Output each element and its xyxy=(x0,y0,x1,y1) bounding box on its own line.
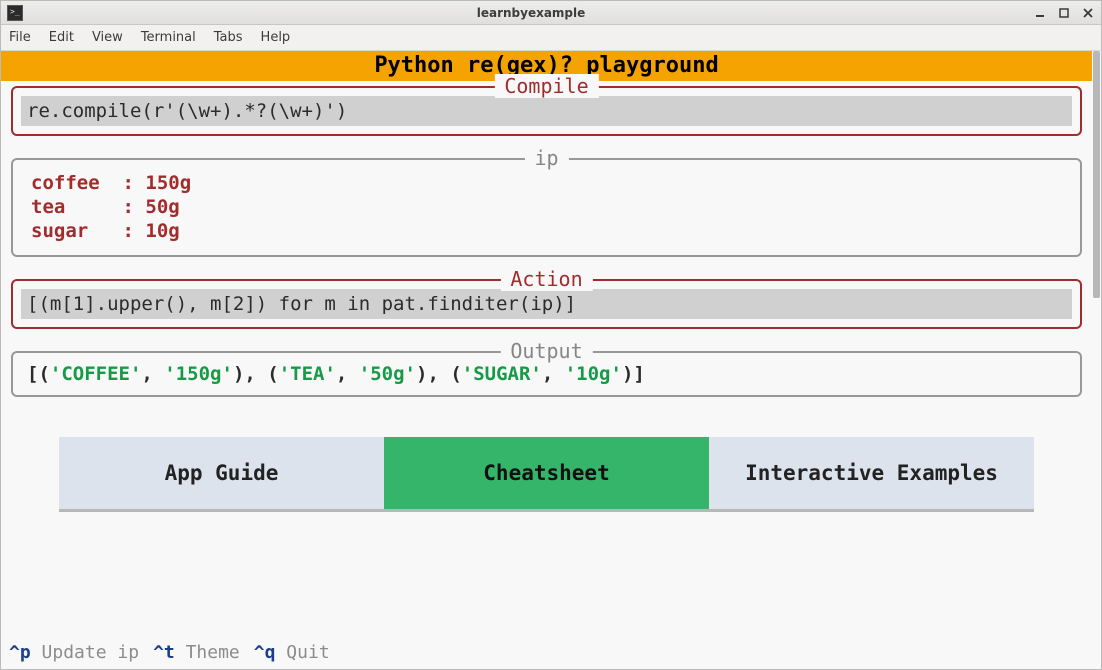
hint-key: ^q xyxy=(254,642,276,663)
tabs-container: App GuideCheatsheetInteractive Examples xyxy=(1,437,1092,512)
hint-label: Quit xyxy=(275,642,329,663)
menu-view[interactable]: View xyxy=(92,30,123,45)
menu-terminal[interactable]: Terminal xyxy=(141,30,196,45)
scrollbar-thumb[interactable] xyxy=(1093,51,1100,298)
menu-edit[interactable]: Edit xyxy=(49,30,74,45)
action-panel-title: Action xyxy=(500,267,592,291)
output-text: [('COFFEE', '150g'), ('TEA', '50g'), ('S… xyxy=(21,361,1072,387)
action-input[interactable]: [(m[1].upper(), m[2]) for m in pat.findi… xyxy=(21,289,1072,319)
minimize-button[interactable] xyxy=(1033,6,1047,20)
menubar: File Edit View Terminal Tabs Help xyxy=(1,25,1101,51)
hint-theme: ^t Theme xyxy=(153,642,240,663)
footer-hints: ^p Update ip ^t Theme ^q Quit xyxy=(1,637,1092,669)
terminal-app-icon xyxy=(7,5,23,21)
hint-update-ip: ^p Update ip xyxy=(9,642,139,663)
maximize-button[interactable] xyxy=(1057,6,1071,20)
hint-key: ^p xyxy=(9,642,31,663)
output-panel-title: Output xyxy=(500,339,592,363)
menu-help[interactable]: Help xyxy=(261,30,291,45)
terminal-area: Python re(gex)? playground Compile re.co… xyxy=(1,51,1101,669)
window-controls xyxy=(1033,6,1095,20)
ip-panel-title: ip xyxy=(524,146,568,170)
hint-label: Theme xyxy=(175,642,240,663)
tab-interactive-examples[interactable]: Interactive Examples xyxy=(709,437,1034,509)
menu-file[interactable]: File xyxy=(9,30,31,45)
close-button[interactable] xyxy=(1081,6,1095,20)
tab-cheatsheet[interactable]: Cheatsheet xyxy=(384,437,709,509)
action-panel: Action [(m[1].upper(), m[2]) for m in pa… xyxy=(11,279,1082,329)
hint-quit: ^q Quit xyxy=(254,642,330,663)
tabs: App GuideCheatsheetInteractive Examples xyxy=(59,437,1034,512)
hint-key: ^t xyxy=(153,642,175,663)
window-titlebar: learnbyexample xyxy=(1,1,1101,25)
hint-label: Update ip xyxy=(31,642,139,663)
ip-panel: ip coffee : 150g tea : 50g sugar : 10g xyxy=(11,158,1082,257)
scrollbar[interactable] xyxy=(1092,51,1101,669)
ip-text[interactable]: coffee : 150g tea : 50g sugar : 10g xyxy=(21,168,1072,247)
output-panel: Output [('COFFEE', '150g'), ('TEA', '50g… xyxy=(11,351,1082,397)
tab-app-guide[interactable]: App Guide xyxy=(59,437,384,509)
menu-tabs[interactable]: Tabs xyxy=(214,30,243,45)
compile-panel: Compile re.compile(r'(\w+).*?(\w+)') xyxy=(11,86,1082,136)
compile-input[interactable]: re.compile(r'(\w+).*?(\w+)') xyxy=(21,96,1072,126)
compile-panel-title: Compile xyxy=(494,74,598,98)
window-title: learnbyexample xyxy=(29,6,1033,20)
